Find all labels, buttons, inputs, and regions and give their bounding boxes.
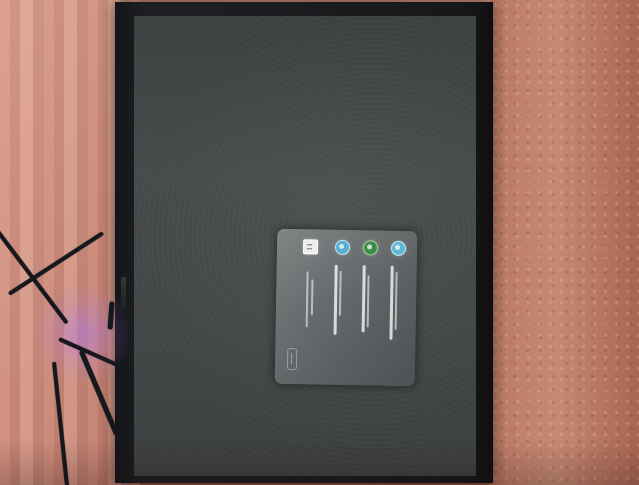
photo-bottom-shadow	[0, 440, 639, 485]
dialog-text-block-fourth	[303, 264, 314, 346]
textured-wall	[490, 0, 639, 485]
white-document-icon	[302, 239, 319, 255]
dialog-text-line	[305, 271, 309, 328]
dialog-text-block-first	[387, 265, 398, 348]
dialog-continue-button[interactable]	[286, 347, 298, 371]
dialog-text-line	[361, 265, 366, 333]
rotated-setup-dialog	[274, 228, 418, 387]
rotated-menu-bar	[459, 16, 469, 106]
dialog-text-line	[333, 264, 338, 335]
dialog-text-block-second	[359, 265, 370, 347]
dialog-title-line	[389, 265, 394, 340]
purple-light-glow	[38, 276, 128, 391]
dialog-text-block-third	[331, 264, 342, 347]
monitor-photo	[0, 0, 639, 485]
